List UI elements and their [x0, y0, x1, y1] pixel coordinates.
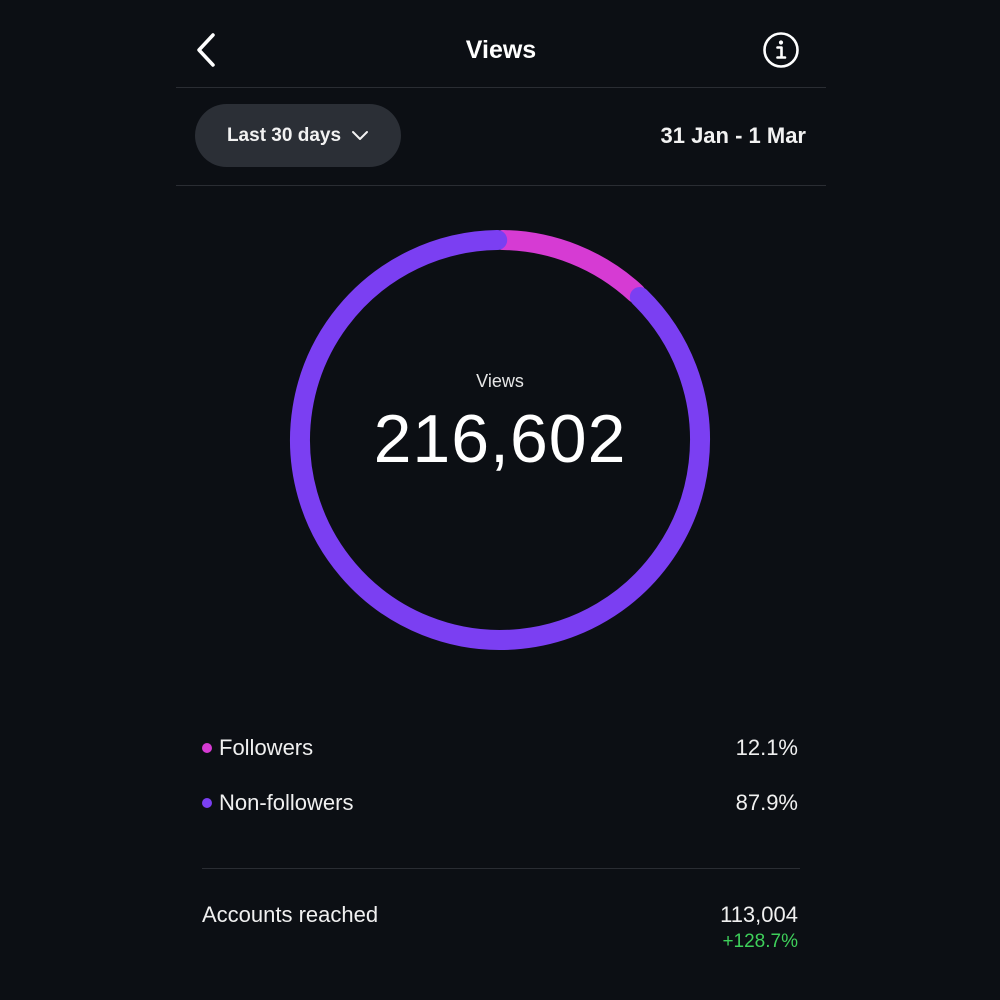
legend-value: 12.1% [735, 735, 798, 760]
date-range-bar: Last 30 days 31 Jan - 1 Mar [176, 88, 826, 186]
legend-label: Followers [219, 735, 314, 760]
followers-color-dot [202, 743, 212, 753]
legend-value: 87.9% [735, 790, 798, 815]
total-views-value: 216,602 [373, 401, 627, 477]
page-title: Views [465, 36, 537, 64]
legend-label: Non-followers [219, 790, 354, 815]
donut-segment-followers [492, 230, 646, 304]
accounts-reached-change: +128.7% [722, 931, 798, 952]
top-bar: Views [176, 0, 826, 88]
date-range-text: 31 Jan - 1 Mar [660, 123, 806, 148]
accounts-reached-value: 113,004 [720, 902, 798, 927]
chevron-down-icon [352, 130, 369, 140]
non-followers-color-dot [202, 798, 212, 808]
date-range-dropdown[interactable]: Last 30 days [195, 104, 401, 167]
date-range-label: Last 30 days [226, 124, 342, 146]
legend-item-non-followers: Non-followers 87.9% [202, 788, 798, 818]
info-icon [763, 32, 799, 68]
legend-item-followers: Followers 12.1% [202, 733, 798, 763]
info-button[interactable] [762, 31, 800, 69]
divider [202, 868, 800, 869]
accounts-reached-label: Accounts reached [202, 902, 379, 927]
total-views-label: Views [476, 371, 524, 391]
